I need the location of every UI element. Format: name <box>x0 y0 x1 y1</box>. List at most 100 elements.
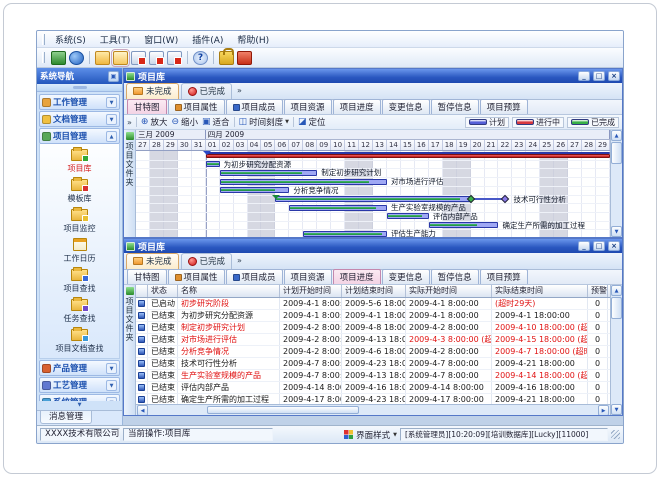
gantt-side-tab[interactable]: 项目文件夹 <box>124 130 136 237</box>
sidebar-section-5[interactable]: 工艺管理▼ <box>39 377 120 393</box>
sidebar-scroll-down-icon[interactable]: ▼ <box>37 401 122 410</box>
table-row[interactable]: 已结束确定生产所需的加工过程2009-4-17 8:00:002009-4-23… <box>136 394 610 404</box>
scroll-thumb[interactable] <box>611 297 622 319</box>
tab[interactable]: 变更信息 <box>382 269 430 284</box>
column-header[interactable]: 计划结束时间 <box>342 285 406 297</box>
tab-message-management[interactable]: 消息管理 <box>40 411 92 424</box>
chevron-down-icon[interactable]: ▼ <box>106 97 117 108</box>
progress-titlebar[interactable]: 项目库 _ □ × <box>124 239 622 253</box>
tab-overflow-icon[interactable]: » <box>234 256 245 267</box>
column-header[interactable]: 名称 <box>178 285 280 297</box>
task-bar[interactable] <box>206 161 220 167</box>
tab[interactable]: 项目成员 <box>226 99 283 114</box>
maximize-button[interactable]: □ <box>593 241 605 251</box>
tab[interactable]: 项目成员 <box>226 269 283 284</box>
hscroll-thumb[interactable] <box>207 406 359 414</box>
task-bar[interactable] <box>303 231 387 237</box>
scroll-left-icon[interactable]: ◀ <box>137 405 148 416</box>
chevron-down-icon[interactable]: ▼ <box>106 114 117 125</box>
table-row[interactable]: 已结束技术可行性分析2009-4-7 8:00:002009-4-23 18:0… <box>136 358 610 370</box>
scroll-down-icon[interactable]: ▼ <box>611 226 622 237</box>
table-hscrollbar[interactable]: ◀ ▶ <box>136 404 610 415</box>
more-tools-icon[interactable]: » <box>127 118 132 127</box>
close-button[interactable]: × <box>608 71 620 81</box>
folder-tab[interactable]: 已完成 <box>181 253 233 269</box>
menu-item-5[interactable]: 帮助(H) <box>230 32 276 47</box>
minimize-button[interactable]: _ <box>578 241 590 251</box>
chevron-down-icon[interactable]: ▼ <box>106 380 117 391</box>
sidebar-item[interactable]: 项目库 <box>40 146 119 176</box>
sidebar-item[interactable]: 项目查找 <box>40 266 119 296</box>
sidebar-options-icon[interactable]: ▣ <box>108 71 119 82</box>
menu-grip[interactable] <box>42 34 45 45</box>
task-bar[interactable] <box>289 205 387 211</box>
sidebar-section-2[interactable]: 文档管理▼ <box>39 111 120 127</box>
folder-tab[interactable]: 未完成 <box>126 253 179 269</box>
scroll-right-icon[interactable]: ▶ <box>598 405 609 416</box>
task-bar[interactable] <box>220 187 290 193</box>
form-list-icon[interactable] <box>131 51 146 65</box>
sidebar-item[interactable]: 任务查找 <box>40 296 119 326</box>
tab-overflow-icon[interactable]: » <box>234 86 245 97</box>
close-button[interactable]: × <box>608 241 620 251</box>
sidebar-item[interactable]: 项目监控 <box>40 206 119 236</box>
tab[interactable]: 项目属性 <box>168 269 225 284</box>
tool-button[interactable]: ◫时间刻度▼ <box>239 116 289 128</box>
tab[interactable]: 项目预算 <box>480 269 528 284</box>
minimize-button[interactable]: _ <box>578 71 590 81</box>
sidebar-item[interactable]: 项目文档查找 <box>40 326 119 356</box>
menu-item-3[interactable]: 窗口(W) <box>137 32 185 47</box>
sidebar-section-1[interactable]: 工作管理▼ <box>39 94 120 110</box>
table-row[interactable]: 已启动初步研究阶段2009-4-1 8:00:002009-5-6 18:00:… <box>136 298 610 310</box>
tab[interactable]: 甘特图 <box>127 99 167 114</box>
task-bar[interactable] <box>387 213 429 219</box>
table-row[interactable]: 已结束制定初步研究计划2009-4-2 8:00:002009-4-8 18:0… <box>136 322 610 334</box>
style-selector[interactable]: 界面样式 ▼ <box>356 429 397 441</box>
globe-icon[interactable] <box>69 51 84 65</box>
menu-item-2[interactable]: 工具(T) <box>93 32 138 47</box>
tab[interactable]: 项目进度 <box>333 269 381 284</box>
tab[interactable]: 变更信息 <box>382 99 430 114</box>
tab[interactable]: 暂停信息 <box>431 269 479 284</box>
menu-item-4[interactable]: 插件(A) <box>185 32 230 47</box>
tab[interactable]: 项目属性 <box>168 99 225 114</box>
column-header[interactable]: 计划开始时间 <box>280 285 342 297</box>
lock-icon[interactable] <box>219 51 234 65</box>
tab[interactable]: 暂停信息 <box>431 99 479 114</box>
task-bar[interactable] <box>220 170 318 176</box>
sidebar-section-6[interactable]: 系统管理▼ <box>39 394 120 401</box>
table-row[interactable]: 已结束为初步研究分配资源2009-4-1 8:00:002009-4-1 18:… <box>136 310 610 322</box>
column-header[interactable]: 状态 <box>148 285 178 297</box>
folder-window-icon[interactable] <box>113 51 128 65</box>
tab[interactable]: 项目进度 <box>333 99 381 114</box>
tool-button[interactable]: ⊕放大 <box>141 116 168 128</box>
sidebar-item[interactable]: 工作日历 <box>40 236 119 266</box>
tool-button[interactable]: ▣适合 <box>202 116 230 128</box>
task-bar[interactable] <box>275 196 470 202</box>
summary-bar[interactable] <box>206 152 610 158</box>
folder-icon[interactable] <box>95 51 110 65</box>
sidebar-item[interactable]: 模板库 <box>40 176 119 206</box>
sidebar-section-4[interactable]: 产品管理▼ <box>39 360 120 376</box>
resize-grip[interactable] <box>611 430 620 439</box>
table-row[interactable]: 已结束分析竞争情况2009-4-2 8:00:002009-4-6 18:00:… <box>136 346 610 358</box>
tab[interactable]: 项目资源 <box>284 269 332 284</box>
folder-tab[interactable]: 已完成 <box>181 83 233 99</box>
scroll-down-icon[interactable]: ▼ <box>611 404 622 415</box>
desktop-icon[interactable] <box>51 51 66 65</box>
progress-side-tab[interactable]: 项目文件夹 <box>124 285 136 415</box>
task-bar[interactable] <box>429 222 499 228</box>
chevron-down-icon[interactable]: ▼ <box>106 363 117 374</box>
form-grid-icon[interactable] <box>149 51 164 65</box>
maximize-button[interactable]: □ <box>593 71 605 81</box>
sidebar-collapse-strip[interactable] <box>37 84 122 92</box>
sidebar-section-3[interactable]: 项目管理▲ <box>39 128 120 144</box>
form-report-icon[interactable] <box>167 51 182 65</box>
menu-item-1[interactable]: 系统(S) <box>48 32 93 47</box>
tab[interactable]: 项目预算 <box>480 99 528 114</box>
task-bar[interactable] <box>220 179 387 185</box>
exit-icon[interactable] <box>237 51 252 65</box>
column-header[interactable]: 预警 <box>588 285 608 297</box>
table-row[interactable]: 已结束生产实验室规模的产品2009-4-7 8:00:002009-4-13 1… <box>136 370 610 382</box>
help-icon[interactable] <box>193 51 208 65</box>
